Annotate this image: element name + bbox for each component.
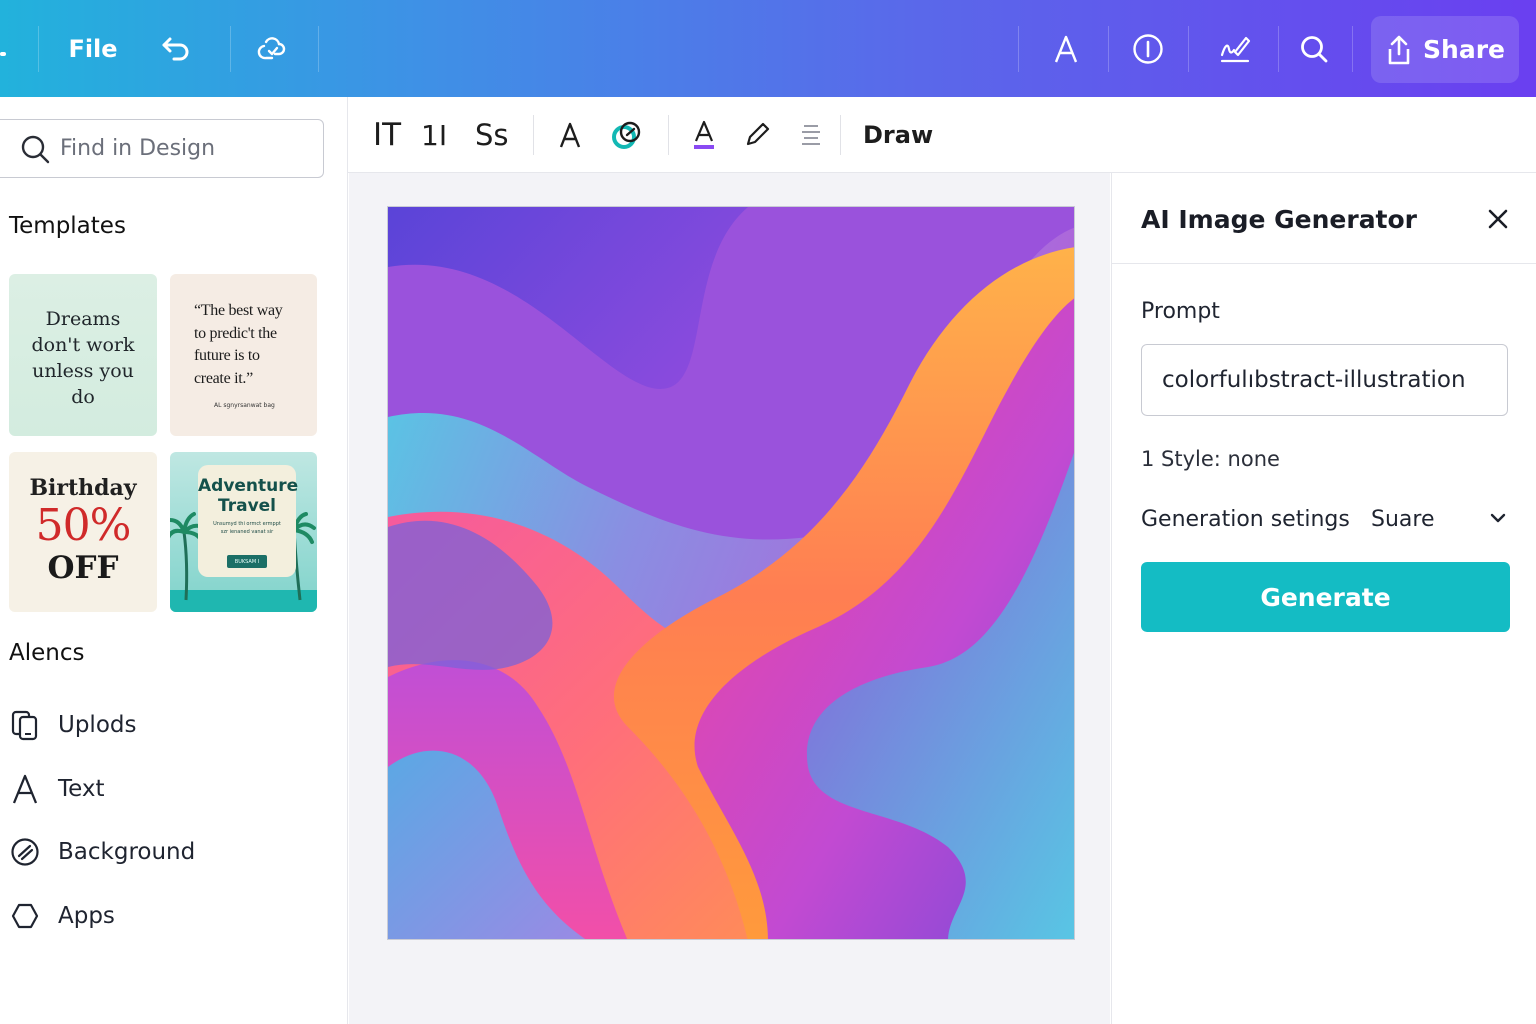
text-color-icon bbox=[694, 120, 714, 149]
chevron-down-icon bbox=[1490, 513, 1506, 523]
ai-image-generator-panel: AI Image Generator Prompt 1 Style: none … bbox=[1111, 173, 1536, 1024]
share-label: Share bbox=[1423, 35, 1505, 64]
panel-title: AI Image Generator bbox=[1141, 205, 1418, 234]
left-sidebar: Templates Dreams don't work unless you d… bbox=[0, 97, 348, 1024]
toolbar-divider bbox=[1278, 26, 1279, 72]
file-menu[interactable]: File bbox=[68, 0, 118, 97]
search-button[interactable] bbox=[1294, 0, 1334, 97]
template-text: “The best way to predic't the future is … bbox=[194, 302, 283, 387]
undo-icon bbox=[162, 37, 189, 60]
elements-heading: Alencs bbox=[9, 640, 85, 666]
toolbar-divider bbox=[230, 26, 231, 72]
info-icon bbox=[1133, 33, 1163, 64]
prompt-input[interactable] bbox=[1162, 367, 1502, 393]
text-case-button[interactable]: Ss bbox=[475, 97, 509, 173]
toolbar-divider bbox=[318, 26, 319, 72]
generation-settings-label: Generation setings bbox=[1141, 506, 1350, 532]
template-birthday-percent: 50% bbox=[35, 500, 132, 551]
templates-heading: Templates bbox=[9, 213, 126, 239]
close-panel-button[interactable] bbox=[1484, 205, 1512, 233]
font-style-button[interactable]: IT bbox=[373, 97, 401, 173]
search-input[interactable] bbox=[60, 136, 310, 161]
template-birthday-title: Birthday bbox=[29, 475, 137, 501]
pen-signature-icon bbox=[1220, 36, 1251, 62]
draw-button[interactable]: Draw bbox=[863, 97, 933, 173]
text-color-button[interactable] bbox=[692, 97, 722, 173]
toolbar-divider bbox=[668, 115, 669, 155]
template-birthday-sale[interactable]: Birthday 50% OFF bbox=[9, 452, 157, 612]
edit-tools-button[interactable] bbox=[1214, 0, 1258, 97]
design-canvas-area bbox=[349, 173, 1110, 1024]
sidebar-item-background[interactable]: Background bbox=[0, 827, 348, 877]
share-button[interactable]: Share bbox=[1371, 16, 1519, 83]
sidebar-item-label: Text bbox=[58, 776, 105, 802]
toolbar-divider bbox=[840, 115, 841, 155]
template-adventure-button: BUKSAM I bbox=[227, 555, 267, 568]
aspect-ratio-select[interactable]: Suare bbox=[1371, 499, 1508, 539]
template-best-way-quote[interactable]: “The best way to predic't the future is … bbox=[170, 274, 317, 436]
align-center-icon bbox=[802, 125, 820, 145]
abstract-artwork-image[interactable] bbox=[387, 206, 1075, 940]
template-adventure-travel[interactable]: Adventure Travel Unsumyd thi ormct ermpp… bbox=[170, 452, 317, 612]
template-adventure-body: Unsumyd thi ormct ermppt szr ienaned van… bbox=[213, 521, 281, 535]
menu-edge-icon[interactable] bbox=[0, 52, 6, 56]
toolbar-divider bbox=[1018, 26, 1019, 72]
panel-divider bbox=[1112, 263, 1536, 264]
share-icon bbox=[1388, 35, 1410, 64]
link-color-icon bbox=[612, 121, 641, 149]
info-button[interactable] bbox=[1128, 0, 1168, 97]
sync-button[interactable] bbox=[252, 0, 292, 97]
text-icon bbox=[9, 773, 41, 805]
template-birthday-off: OFF bbox=[47, 550, 119, 586]
undo-button[interactable] bbox=[156, 0, 196, 97]
sidebar-item-apps[interactable]: Apps bbox=[0, 891, 348, 941]
text-toolbar: IT 1I Ss Draw bbox=[348, 97, 1536, 173]
template-text: Dreams don't work unless you do bbox=[31, 308, 135, 408]
toolbar-divider bbox=[533, 115, 534, 155]
generation-settings-row: Generation setings Suare bbox=[1141, 499, 1508, 539]
prompt-field[interactable] bbox=[1141, 344, 1508, 416]
sidebar-item-label: Background bbox=[58, 839, 196, 865]
font-button[interactable] bbox=[1046, 0, 1086, 97]
pencil-icon bbox=[746, 122, 770, 146]
apps-icon bbox=[9, 900, 41, 932]
text-effects-button[interactable] bbox=[558, 97, 588, 173]
template-dreams-quote[interactable]: Dreams don't work unless you do bbox=[9, 274, 157, 436]
aspect-ratio-value: Suare bbox=[1371, 506, 1435, 532]
align-button[interactable] bbox=[800, 97, 824, 173]
find-in-design-search[interactable] bbox=[0, 119, 324, 178]
toolbar-divider bbox=[1108, 26, 1109, 72]
toolbar-divider bbox=[1188, 26, 1189, 72]
sidebar-item-text[interactable]: Text bbox=[0, 764, 348, 814]
abstract-wave-illustration bbox=[388, 207, 1074, 939]
sidebar-item-uploads[interactable]: Uplods bbox=[0, 700, 348, 750]
cloud-sync-icon bbox=[257, 36, 286, 59]
uploads-icon bbox=[9, 709, 41, 741]
style-info: 1 Style: none bbox=[1141, 447, 1280, 471]
sidebar-item-label: Uplods bbox=[58, 712, 137, 738]
generate-button[interactable]: Generate bbox=[1141, 562, 1510, 632]
font-size-button[interactable]: 1I bbox=[421, 97, 447, 173]
template-adventure-title: Adventure Travel bbox=[198, 476, 299, 516]
letter-a-icon bbox=[559, 122, 581, 148]
sidebar-item-label: Apps bbox=[58, 903, 115, 929]
search-icon bbox=[21, 135, 50, 163]
font-icon bbox=[1054, 35, 1078, 62]
link-button[interactable] bbox=[610, 97, 646, 173]
pencil-button[interactable] bbox=[744, 97, 774, 173]
top-bar: File Share bbox=[0, 0, 1536, 97]
prompt-label: Prompt bbox=[1141, 299, 1220, 324]
toolbar-divider bbox=[1352, 26, 1353, 72]
close-icon bbox=[1488, 209, 1508, 229]
template-signature: AL sgnyrsanwat bag bbox=[214, 402, 275, 409]
background-icon bbox=[9, 836, 41, 868]
toolbar-divider bbox=[38, 26, 39, 72]
search-icon bbox=[1301, 35, 1328, 62]
